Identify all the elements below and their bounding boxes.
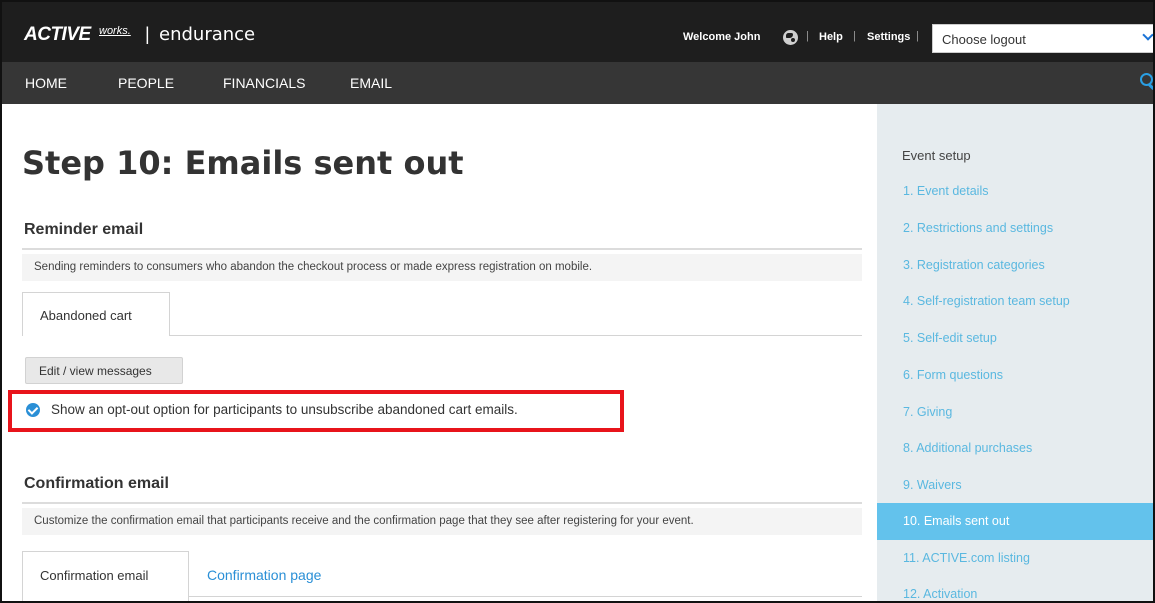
search-icon[interactable]	[1140, 73, 1153, 93]
confirmation-email-heading: Confirmation email	[24, 475, 169, 492]
edit-view-messages-button[interactable]: Edit / view messages	[25, 357, 183, 384]
nav-item-home[interactable]: HOME	[25, 75, 67, 91]
globe-icon[interactable]	[783, 30, 798, 45]
sidebar-item-label: 4. Self-registration team setup	[903, 294, 1070, 308]
tab-strip-divider	[169, 335, 862, 336]
sidebar-item-label: 1. Event details	[903, 184, 989, 198]
sidebar-item-event-details[interactable]: 1. Event details	[877, 184, 1153, 221]
tab-confirmation-email[interactable]: Confirmation email	[22, 551, 189, 601]
app-frame: ACTIVE works. | endurance Welcome John |…	[0, 0, 1155, 603]
sidebar-item-label: 3. Registration categories	[903, 258, 1045, 272]
sidebar-item-team-setup[interactable]: 4. Self-registration team setup	[877, 294, 1153, 331]
brand-logo[interactable]: ACTIVE	[24, 24, 91, 46]
sidebar-item-label: 11. ACTIVE.com listing	[903, 551, 1030, 565]
brand-logo-suffix: works.	[99, 25, 131, 37]
page-title: Step 10: Emails sent out	[22, 144, 464, 182]
header-divider: |	[916, 30, 919, 42]
tab-confirmation-page[interactable]: Confirmation page	[207, 567, 321, 583]
top-bar: ACTIVE works. | endurance Welcome John |…	[2, 2, 1153, 62]
logout-select-value: Choose logout	[942, 32, 1026, 47]
sidebar-item-form-questions[interactable]: 6. Form questions	[877, 368, 1153, 405]
nav-item-people[interactable]: PEOPLE	[118, 75, 174, 91]
settings-link[interactable]: Settings	[867, 31, 910, 43]
confirmation-email-description: Customize the confirmation email that pa…	[22, 508, 862, 535]
section-divider	[22, 248, 862, 250]
header-divider: |	[853, 30, 856, 42]
sidebar-item-label: 5. Self-edit setup	[903, 331, 997, 345]
sidebar-item-label: 7. Giving	[903, 405, 953, 419]
sidebar-item-active-listing[interactable]: 11. ACTIVE.com listing	[877, 551, 1153, 588]
highlight-box	[8, 390, 624, 432]
sidebar-item-label: 9. Waivers	[903, 478, 962, 492]
sidebar-item-label: 6. Form questions	[903, 368, 1004, 382]
sidebar-heading: Event setup	[902, 148, 971, 163]
welcome-text: Welcome John	[683, 31, 761, 43]
reminder-email-heading: Reminder email	[24, 221, 144, 238]
sidebar-item-label: 12. Activation	[903, 587, 978, 601]
nav-item-financials[interactable]: FINANCIALS	[223, 75, 305, 91]
reminder-email-description: Sending reminders to consumers who aband…	[22, 254, 862, 281]
header-divider: |	[806, 30, 809, 42]
sidebar-item-label: 2. Restrictions and settings	[903, 221, 1054, 235]
sidebar-item-restrictions[interactable]: 2. Restrictions and settings	[877, 221, 1153, 258]
tab-abandoned-cart[interactable]: Abandoned cart	[22, 292, 170, 336]
sidebar-item-activation[interactable]: 12. Activation	[877, 587, 1153, 601]
help-link[interactable]: Help	[819, 31, 843, 43]
logout-select[interactable]: Choose logout	[932, 24, 1153, 53]
section-divider	[22, 502, 862, 504]
main-nav: HOME PEOPLE FINANCIALS EMAIL	[2, 62, 1153, 104]
sidebar-item-emails-sent-out[interactable]: 10. Emails sent out	[877, 503, 1153, 540]
event-setup-sidebar: Event setup 1. Event details 2. Restrict…	[877, 104, 1153, 601]
sidebar-item-label: 8. Additional purchases	[903, 441, 1033, 455]
tab-strip-divider	[188, 596, 862, 597]
sidebar-item-registration-categories[interactable]: 3. Registration categories	[877, 258, 1153, 295]
sidebar-item-self-edit[interactable]: 5. Self-edit setup	[877, 331, 1153, 368]
product-name: endurance	[159, 24, 256, 45]
sidebar-item-label: 10. Emails sent out	[903, 514, 1010, 528]
chevron-down-icon	[1142, 29, 1153, 41]
nav-item-email[interactable]: EMAIL	[350, 75, 392, 91]
sidebar-item-additional-purchases[interactable]: 8. Additional purchases	[877, 441, 1153, 478]
sidebar-item-giving[interactable]: 7. Giving	[877, 405, 1153, 442]
brand-separator: |	[145, 24, 150, 44]
